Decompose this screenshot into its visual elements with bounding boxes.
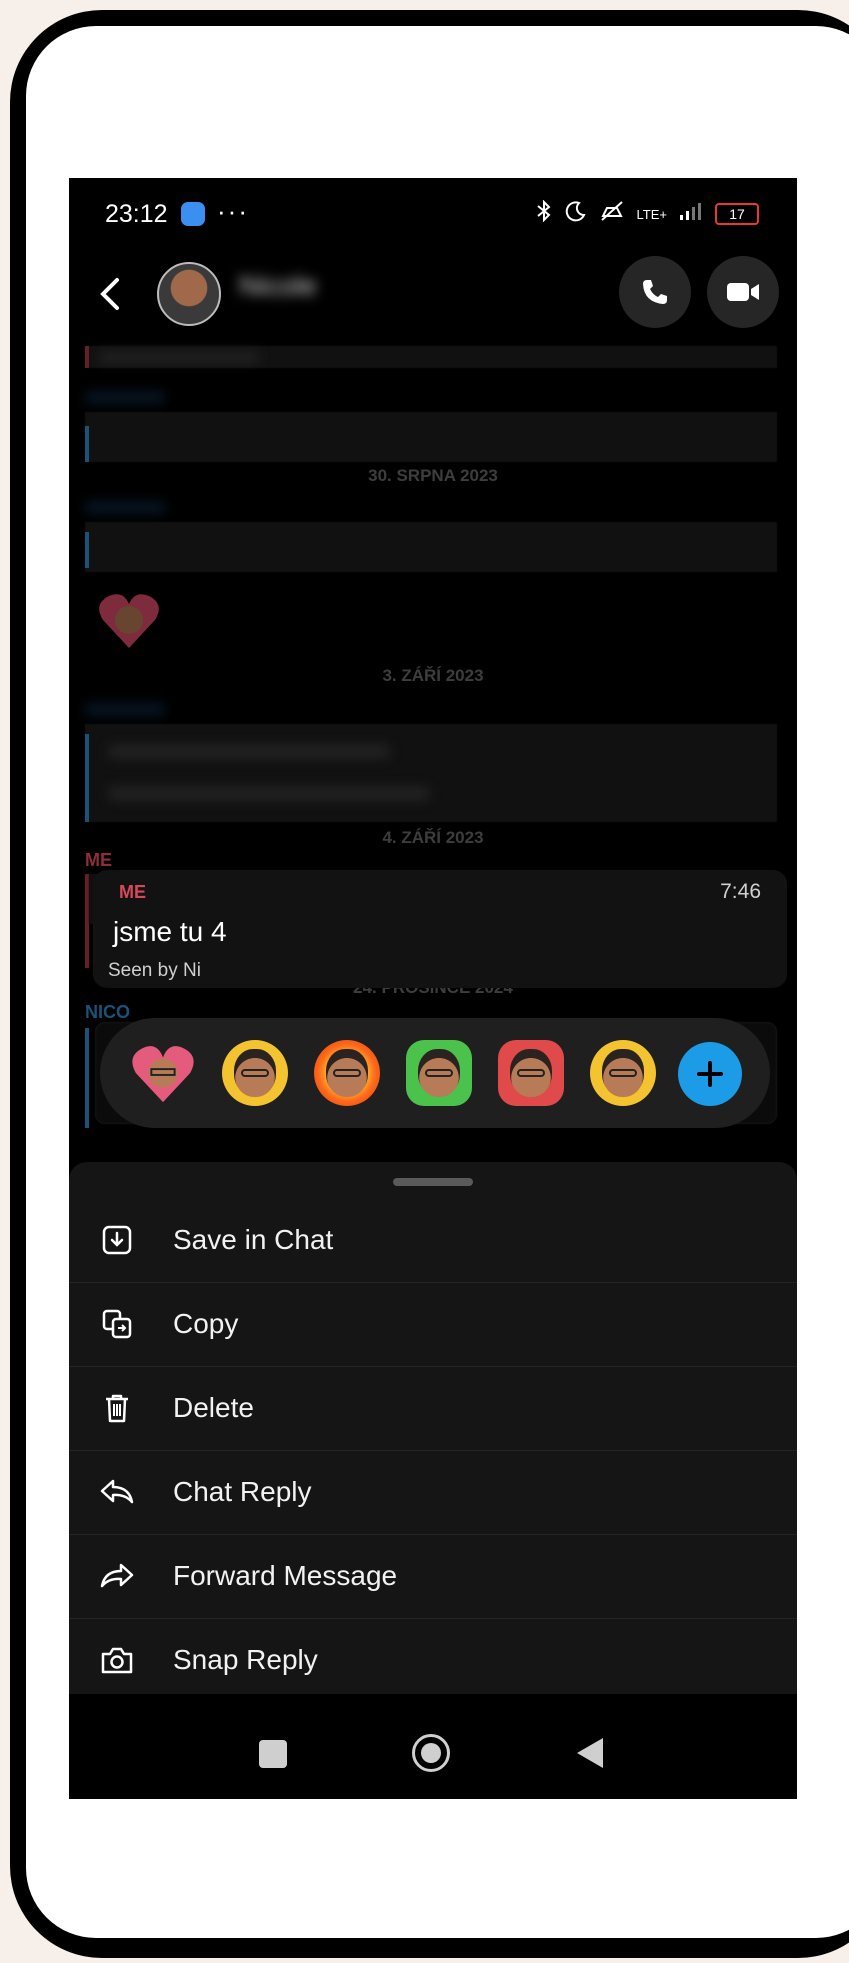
message-bubble (85, 522, 777, 572)
message-accent (85, 426, 89, 462)
chat-header: Nicole (69, 178, 797, 328)
blurred-text: xxxxxxxxxxxxxxxx (99, 346, 259, 368)
date-separator: 3. ZÁŘÍ 2023 (382, 666, 484, 685)
menu-label: Delete (173, 1392, 254, 1423)
thumbs-down-reaction[interactable] (498, 1040, 564, 1106)
message-bubble (85, 724, 777, 822)
message-time: 7:46 (720, 880, 761, 903)
trash-icon (97, 1388, 137, 1428)
copy-icon (97, 1304, 137, 1344)
voice-call-button[interactable] (619, 256, 691, 328)
menu-item-forward-message[interactable]: Forward Message (69, 1534, 797, 1619)
home-dot-icon (421, 1743, 441, 1763)
sender-label-friend: NICO (85, 1002, 130, 1022)
message-text: jsme tu 4 (113, 916, 227, 947)
date-separator: 30. SRPNA 2023 (368, 466, 498, 485)
add-reaction-button[interactable] (678, 1042, 742, 1106)
message-accent (85, 532, 89, 568)
menu-item-snap-reply[interactable]: Snap Reply (69, 1618, 797, 1702)
contact-name[interactable]: Nicole (239, 270, 317, 302)
selected-message[interactable]: ME 7:46 jsme tu 4 Seen by Ni (93, 870, 787, 988)
blurred-sender: xxxxxxxx (85, 386, 165, 408)
system-nav-bar (69, 1708, 797, 1799)
phone-screen: 23:12 ··· LTE+ 17 Nicole xxxxxxxxxxxxxxx… (69, 178, 797, 1799)
blurred-sender: xxxxxxxx (85, 496, 165, 518)
blurred-text: xxxxxxxxxxxxxxxxxxxxxxxxxxxx (109, 740, 389, 762)
system-back-button[interactable] (577, 1738, 603, 1768)
bitmoji-face-icon (234, 1049, 276, 1097)
menu-item-save-in-chat[interactable]: Save in Chat (69, 1198, 797, 1283)
bitmoji-face-icon (602, 1049, 644, 1097)
bitmoji-face-icon (326, 1049, 368, 1097)
message-accent (85, 734, 89, 822)
selected-message-sender: ME (119, 882, 146, 902)
bitmoji-face-icon (510, 1049, 552, 1097)
message-bubble (85, 412, 777, 462)
reply-icon (97, 1472, 137, 1512)
bitmoji-face-icon (418, 1049, 460, 1097)
menu-item-delete[interactable]: Delete (69, 1366, 797, 1451)
back-button[interactable] (95, 270, 135, 330)
message-accent (85, 346, 89, 368)
laughing-tears-reaction[interactable] (222, 1040, 288, 1106)
sheet-handle[interactable] (393, 1178, 473, 1186)
heart-reaction[interactable] (130, 1040, 196, 1106)
menu-label: Copy (173, 1308, 239, 1339)
menu-item-copy[interactable]: Copy (69, 1282, 797, 1367)
menu-label: Save in Chat (173, 1224, 334, 1255)
plus-icon (697, 1061, 723, 1087)
message-accent (85, 1028, 89, 1128)
chevron-left-icon (100, 278, 119, 310)
reaction-bar (100, 1018, 770, 1128)
video-camera-icon (727, 283, 759, 301)
phone-icon (643, 280, 667, 304)
menu-label: Forward Message (173, 1560, 398, 1591)
forward-icon (97, 1556, 137, 1596)
menu-label: Snap Reply (173, 1644, 318, 1675)
save-download-icon (97, 1220, 137, 1260)
action-sheet: Save in Chat Copy Delete Chat Reply Forw (69, 1162, 797, 1694)
seen-status: Seen by Ni (108, 960, 201, 981)
video-call-button[interactable] (707, 256, 779, 328)
menu-label: Chat Reply (173, 1476, 312, 1507)
blurred-text: xxxxxxxxxxxxxxxxxxxxxxxxxxxxxxxx (109, 782, 429, 804)
sender-label-me: ME (85, 850, 112, 870)
fire-reaction[interactable] (314, 1040, 380, 1106)
blurred-sender: xxxxxxxx (85, 698, 165, 720)
camera-icon (97, 1640, 137, 1680)
date-separator: 4. ZÁŘÍ 2023 (382, 828, 484, 847)
thumbs-up-reaction[interactable] (406, 1040, 472, 1106)
menu-item-chat-reply[interactable]: Chat Reply (69, 1450, 797, 1535)
contact-avatar[interactable] (157, 262, 221, 326)
home-button[interactable] (412, 1734, 450, 1772)
heart-bitmoji-sticker (97, 590, 161, 650)
neutral-face-reaction[interactable] (590, 1040, 656, 1106)
recent-apps-button[interactable] (259, 1740, 287, 1768)
